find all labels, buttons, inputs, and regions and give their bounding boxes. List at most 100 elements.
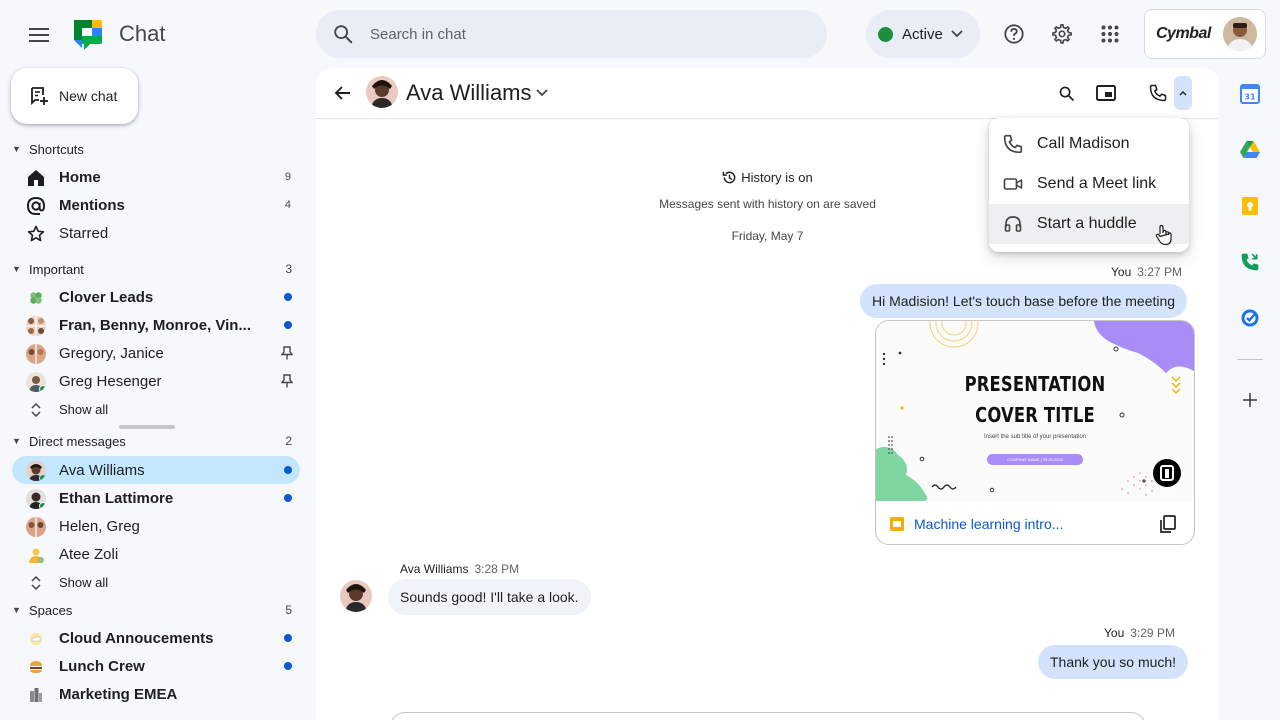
sidebar-item-greg-hesenger[interactable]: Greg Hesenger xyxy=(12,367,300,395)
sidebar-item-lunch-crew[interactable]: Lunch Crew xyxy=(12,652,300,680)
copy-icon[interactable] xyxy=(1158,514,1178,534)
caret-down-icon: ▼ xyxy=(12,605,21,615)
side-panel-rail: 31 xyxy=(1219,68,1280,720)
building-icon xyxy=(26,685,46,705)
section-direct-messages[interactable]: ▼ Direct messages 2 xyxy=(12,431,302,451)
avatar xyxy=(26,489,46,509)
sidebar-item-ethan-lattimore[interactable]: Ethan Lattimore xyxy=(12,484,300,512)
message-time: 3:29 PM xyxy=(1130,626,1175,640)
expand-icon xyxy=(26,573,46,593)
sidebar-item-cloud-annoucements[interactable]: Cloud Annoucements xyxy=(12,624,300,652)
profile-avatar[interactable] xyxy=(1223,17,1257,51)
sidebar-item-home[interactable]: Home 9 xyxy=(12,163,300,191)
section-important[interactable]: ▼ Important 3 xyxy=(12,259,302,279)
sidebar-item-starred[interactable]: Starred xyxy=(12,219,300,247)
message-bubble[interactable]: Hi Madision! Let's touch base before the… xyxy=(860,284,1188,318)
account-switcher[interactable]: Cymbal xyxy=(1144,9,1266,59)
sidebar-item-label: Marketing EMEA xyxy=(59,685,178,703)
unread-count: 4 xyxy=(284,199,291,211)
sidebar-item-gregory-janice[interactable]: Gregory, Janice xyxy=(12,339,300,367)
section-count: 5 xyxy=(285,603,292,617)
sidebar-scrollbar[interactable] xyxy=(119,425,175,429)
caret-down-icon: ▼ xyxy=(12,144,21,154)
keep-app-button[interactable] xyxy=(1237,193,1263,219)
tasks-app-button[interactable] xyxy=(1237,305,1263,331)
chevron-down-icon[interactable] xyxy=(534,82,550,102)
main-menu-button[interactable] xyxy=(22,18,56,52)
settings-button[interactable] xyxy=(1046,18,1078,50)
sidebar-item-ava-williams[interactable]: Ava Williams xyxy=(12,456,300,484)
sidebar-item-atee-zoli[interactable]: Atee Zoli xyxy=(12,540,300,568)
drive-app-button[interactable] xyxy=(1237,137,1263,163)
new-chat-button[interactable]: New chat xyxy=(11,68,138,124)
get-add-ons-button[interactable] xyxy=(1237,387,1263,413)
phone-icon xyxy=(1149,84,1167,102)
online-indicator xyxy=(39,474,46,481)
show-all-label: Show all xyxy=(59,401,109,417)
help-button[interactable] xyxy=(998,18,1030,50)
sidebar-item-label: Starred xyxy=(59,224,109,242)
attachment-file-name[interactable]: Machine learning intro... xyxy=(914,516,1063,532)
pin-icon[interactable] xyxy=(281,346,293,360)
section-shortcuts[interactable]: ▼ Shortcuts xyxy=(12,139,302,159)
section-title: Shortcuts xyxy=(29,141,84,157)
avatar xyxy=(26,545,46,565)
ava-photo-icon xyxy=(366,76,398,108)
unread-count: 9 xyxy=(284,171,291,183)
group-avatar-icon xyxy=(26,316,46,336)
call-button[interactable] xyxy=(1142,76,1174,110)
show-all-important[interactable]: Show all xyxy=(12,395,300,423)
contact-name[interactable]: Ava Williams xyxy=(406,80,532,106)
sidebar-item-label: Ethan Lattimore xyxy=(59,489,174,507)
menu-item-label: Start a huddle xyxy=(1037,215,1137,232)
sidebar-item-group-fran[interactable]: Fran, Benny, Monroe, Vin... xyxy=(12,311,300,339)
unread-dot xyxy=(284,293,292,301)
hand-cursor-icon xyxy=(1155,224,1172,246)
slide-title: PRESENTATION COVER TITLE xyxy=(905,369,1166,431)
contact-avatar[interactable] xyxy=(366,76,398,108)
sidebar-item-mentions[interactable]: Mentions 4 xyxy=(12,191,300,219)
calendar-app-button[interactable]: 31 xyxy=(1237,81,1263,107)
section-spaces[interactable]: ▼ Spaces 5 xyxy=(12,600,302,620)
open-in-popup-button[interactable] xyxy=(1093,80,1119,106)
message-meta: Ava Williams 3:28 PM xyxy=(400,562,519,576)
message-bubble[interactable]: Thank you so much! xyxy=(1038,645,1189,679)
app-title: Chat xyxy=(119,21,166,46)
svg-text:31: 31 xyxy=(1244,93,1256,102)
caret-down-icon: ▼ xyxy=(12,264,21,274)
slides-present-icon xyxy=(1160,465,1174,481)
hamburger-icon xyxy=(29,28,49,42)
sidebar-item-clover-leads[interactable]: Clover Leads xyxy=(12,283,300,311)
sidebar-item-marketing-emea[interactable]: Marketing EMEA xyxy=(12,680,300,708)
unread-dot xyxy=(284,634,292,642)
file-attachment-card[interactable]: PRESENTATION COVER TITLE Insert the sub … xyxy=(875,320,1195,545)
slide-company-pill: COMPANY NAME | 00.00.2020 xyxy=(987,454,1083,465)
message-bubble[interactable]: Sounds good! I'll take a look. xyxy=(388,579,591,615)
open-slides-button[interactable] xyxy=(1151,457,1183,489)
voice-app-button[interactable] xyxy=(1237,249,1263,275)
call-options-toggle[interactable] xyxy=(1174,76,1192,110)
sender-avatar[interactable] xyxy=(340,580,372,612)
message-meta: You 3:29 PM xyxy=(1104,626,1175,640)
search-bar[interactable] xyxy=(316,10,827,58)
drive-icon xyxy=(1240,141,1260,158)
search-input[interactable] xyxy=(370,25,770,43)
pin-icon[interactable] xyxy=(281,374,293,388)
greg-avatar xyxy=(26,372,46,392)
search-in-conversation-button[interactable] xyxy=(1053,80,1079,106)
brand-logo: Cymbal xyxy=(1156,25,1211,42)
sidebar-item-helen-greg[interactable]: Helen, Greg xyxy=(12,512,300,540)
menu-item-label: Call Madison xyxy=(1037,135,1130,152)
search-icon xyxy=(1059,86,1074,101)
menu-item-call[interactable]: Call Madison xyxy=(989,124,1189,164)
plus-icon xyxy=(1243,393,1257,407)
section-title: Direct messages xyxy=(29,433,126,449)
back-button[interactable] xyxy=(330,80,356,106)
search-icon xyxy=(334,25,353,44)
menu-item-meet-link[interactable]: Send a Meet link xyxy=(989,164,1189,204)
apps-button[interactable] xyxy=(1094,18,1126,50)
show-all-direct-messages[interactable]: Show all xyxy=(12,568,300,596)
status-selector[interactable]: Active xyxy=(866,10,980,58)
message-composer[interactable] xyxy=(390,712,1146,720)
slide-preview[interactable]: PRESENTATION COVER TITLE Insert the sub … xyxy=(876,321,1194,501)
